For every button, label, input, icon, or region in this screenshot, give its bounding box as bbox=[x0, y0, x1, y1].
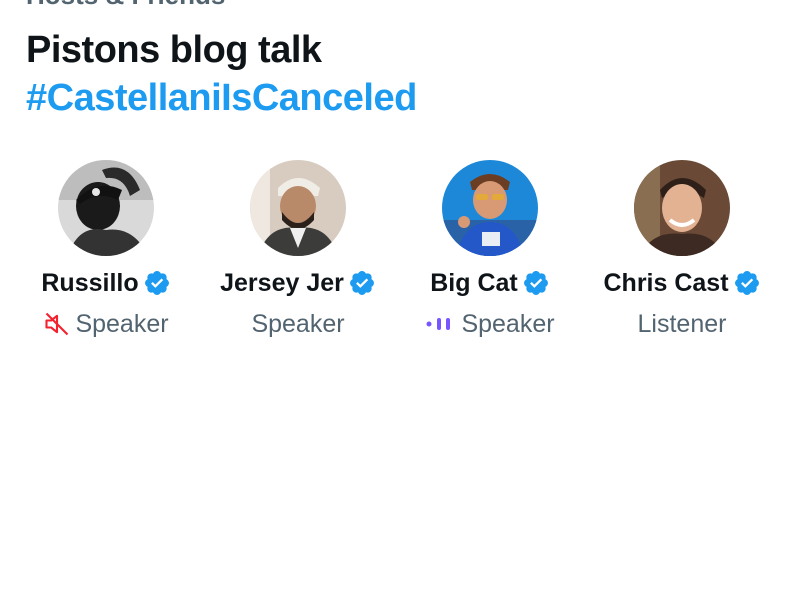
participant-role: Listener bbox=[637, 309, 727, 338]
verified-badge-icon bbox=[523, 271, 548, 295]
speaking-waveform-icon bbox=[425, 314, 457, 334]
microphone-muted-icon bbox=[43, 310, 71, 338]
verified-badge-icon bbox=[734, 271, 759, 295]
participant-name: Big Cat bbox=[430, 268, 518, 297]
participant-role: Speaker bbox=[251, 309, 345, 338]
avatar[interactable] bbox=[250, 160, 346, 256]
verified-badge-icon bbox=[349, 271, 374, 295]
section-heading-clipped: Hosts & Friends bbox=[26, 0, 225, 11]
participant-chris-cast[interactable]: Chris Cast Listener bbox=[587, 160, 777, 340]
participants-list: Russillo Speaker Jersey Jer Speaker Big … bbox=[0, 160, 794, 360]
participant-big-cat[interactable]: Big Cat Speaker bbox=[395, 160, 585, 340]
avatar[interactable] bbox=[442, 160, 538, 256]
participant-role: Speaker bbox=[75, 309, 169, 338]
avatar[interactable] bbox=[58, 160, 154, 256]
participant-name: Jersey Jer bbox=[220, 268, 344, 297]
verified-badge-icon bbox=[144, 271, 169, 295]
participant-jersey-jer[interactable]: Jersey Jer Speaker bbox=[203, 160, 393, 340]
participant-role: Speaker bbox=[461, 309, 555, 338]
avatar[interactable] bbox=[634, 160, 730, 256]
participant-name: Chris Cast bbox=[603, 268, 729, 297]
space-title: Pistons blog talk bbox=[26, 29, 322, 71]
participant-russillo[interactable]: Russillo Speaker bbox=[11, 160, 201, 340]
hashtag-link[interactable]: #CastellaniIsCanceled bbox=[26, 76, 417, 120]
participant-name: Russillo bbox=[41, 268, 139, 297]
